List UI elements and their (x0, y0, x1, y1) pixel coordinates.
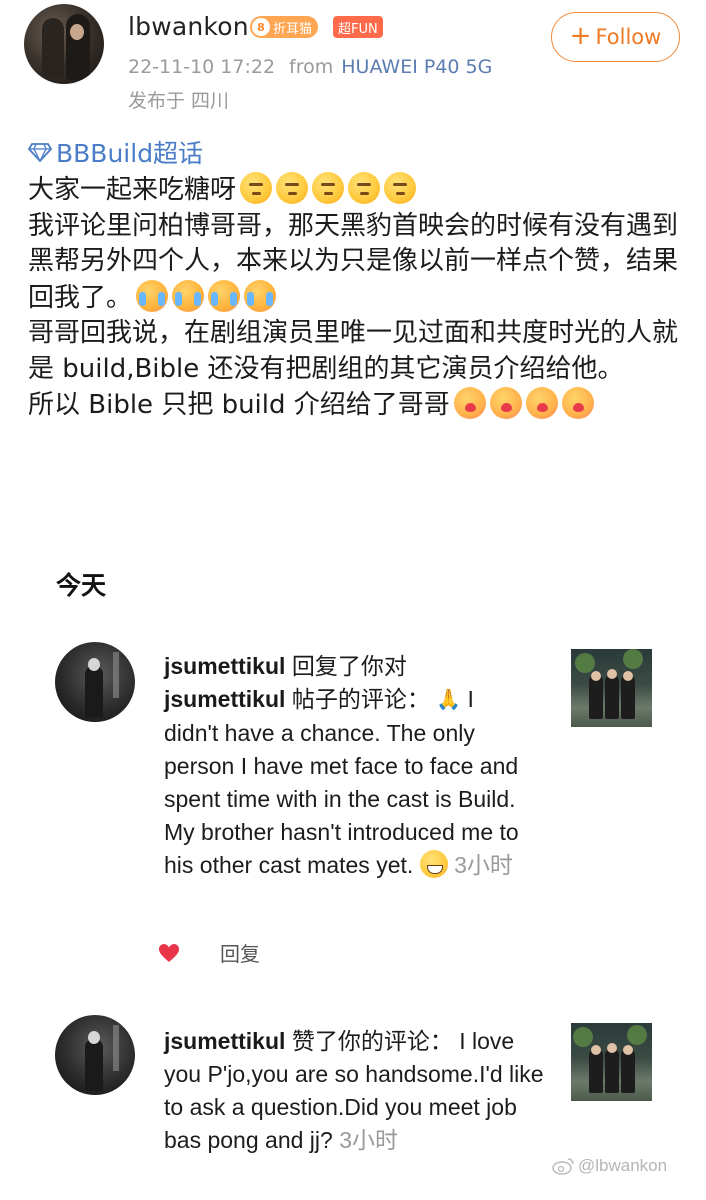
thinking-emoji-icon (384, 172, 417, 204)
fun-badge: 超FUN (333, 16, 383, 38)
post-thumbnail[interactable] (571, 1023, 652, 1101)
thinking-emoji-icon (312, 172, 345, 204)
post-line: 所以 Bible 只把 build 介绍给了哥哥 (28, 387, 688, 424)
kiss-emoji-icon (453, 387, 486, 419)
notification-actions: 回复 (158, 938, 260, 967)
notification-user[interactable]: jsumettikul (164, 686, 285, 712)
author-name[interactable]: lbwankon (128, 12, 249, 41)
topic-link[interactable]: BBBuild超话 (28, 134, 203, 170)
crying-emoji-icon (244, 279, 277, 312)
follow-label: Follow (595, 25, 662, 49)
post-line: 哥哥回我说，在剧组演员里唯一见过面和共度时光的人就是 build,Bible 还… (28, 316, 688, 387)
plus-icon: + (569, 21, 592, 51)
crying-emoji-icon (136, 279, 169, 312)
grinning-emoji-icon (419, 850, 448, 878)
author-avatar[interactable] (24, 4, 104, 84)
level-number: 8 (252, 18, 270, 36)
follow-button[interactable]: + Follow (551, 12, 680, 62)
thinking-emoji-icon (276, 172, 309, 204)
post-content: 大家一起来吃糖呀 我评论里问柏博哥哥，那天黑豹首映会的时候有没有遇到黑帮另外四个… (28, 172, 688, 424)
post-date: 22-11-10 17:22 (128, 56, 276, 78)
section-title: 今天 (56, 571, 107, 600)
crying-emoji-icon (172, 279, 205, 312)
kiss-emoji-icon (525, 387, 558, 419)
thinking-emoji-icon (348, 172, 381, 204)
notification-user[interactable]: jsumettikul (164, 1028, 285, 1054)
kiss-emoji-icon (489, 387, 522, 419)
emoji-group (136, 279, 277, 312)
notification-time: 3小时 (454, 852, 513, 878)
post-line-text: 哥哥回我说，在剧组演员里唯一见过面和共度时光的人就是 build,Bible 还… (28, 318, 679, 384)
notification-action: 赞了你的评论： (291, 1028, 453, 1054)
notification-user[interactable]: jsumettikul (164, 653, 285, 679)
emoji-group (453, 387, 594, 419)
from-label: from (289, 56, 334, 78)
post-line: 我评论里问柏博哥哥，那天黑豹首映会的时候有没有遇到黑帮另外四个人，本来以为只是像… (28, 209, 688, 317)
watermark-text: @lbwankon (578, 1156, 668, 1175)
notification-action: 帖子的评论： (291, 686, 430, 712)
post-line-text: 大家一起来吃糖呀 (28, 175, 237, 205)
folded-hands-icon: 🙏 (436, 689, 462, 711)
post-location: 发布于 四川 (128, 90, 230, 112)
watermark: @lbwankon (552, 1156, 667, 1176)
level-badge: 8 折耳猫 (250, 16, 319, 38)
heart-icon[interactable] (158, 943, 180, 963)
thinking-emoji-icon (240, 172, 273, 204)
notification-item[interactable]: jsumettikul 赞了你的评论： I love you P'jo,you … (164, 1025, 544, 1157)
commenter-avatar[interactable] (55, 642, 135, 722)
emoji-group (240, 172, 417, 204)
notification-time: 3小时 (339, 1127, 398, 1153)
device-name[interactable]: HUAWEI P40 5G (341, 56, 492, 78)
level-badge-label: 折耳猫 (273, 21, 313, 37)
crying-emoji-icon (208, 279, 241, 312)
reply-button[interactable]: 回复 (220, 938, 260, 967)
topic-label: BBBuild超话 (56, 139, 204, 168)
notification-item[interactable]: jsumettikul 回复了你对 jsumettikul 帖子的评论： 🙏 I… (164, 650, 526, 882)
post-line-text: 所以 Bible 只把 build 介绍给了哥哥 (28, 390, 450, 420)
post-meta: 22-11-10 17:22 from HUAWEI P40 5G (128, 56, 492, 78)
commenter-avatar[interactable] (55, 1015, 135, 1095)
weibo-logo-icon (552, 1158, 574, 1175)
kiss-emoji-icon (561, 387, 594, 419)
post-line-text: 我评论里问柏博哥哥，那天黑豹首映会的时候有没有遇到黑帮另外四个人，本来以为只是像… (28, 210, 679, 313)
notification-body: I didn't have a chance. The only person … (164, 686, 519, 878)
notification-action: 回复了你对 (291, 653, 407, 679)
diamond-icon (28, 143, 52, 162)
post-line: 大家一起来吃糖呀 (28, 172, 688, 209)
post-thumbnail[interactable] (571, 649, 652, 727)
